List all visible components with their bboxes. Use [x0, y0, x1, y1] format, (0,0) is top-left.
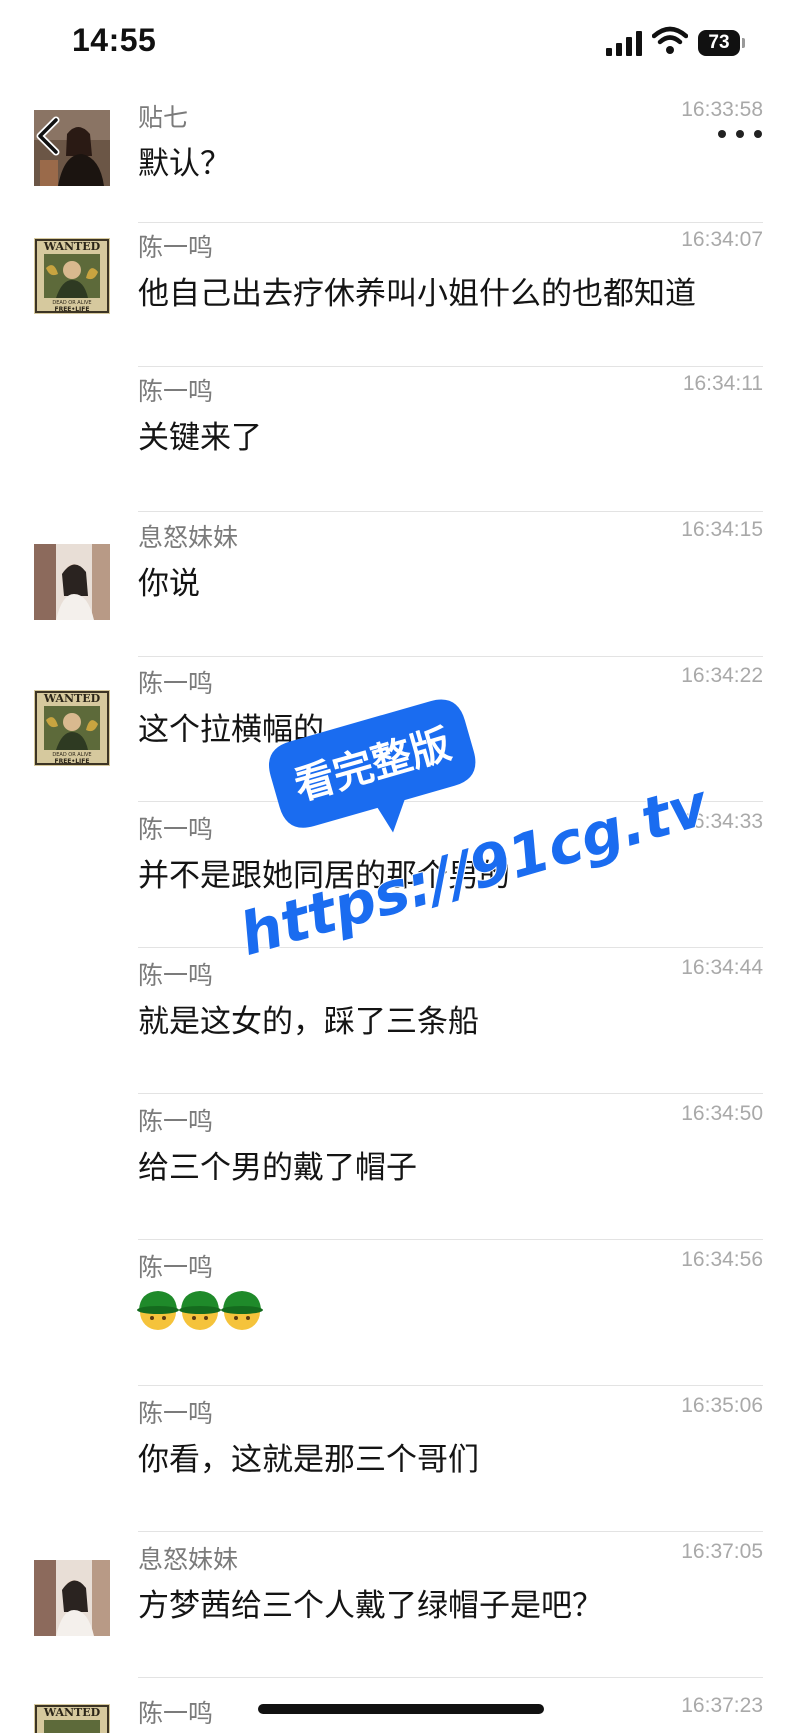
message-item[interactable]: 息怒妹妹 16:37:05 方梦茜给三个人戴了绿帽子是吧？ — [0, 1540, 800, 1678]
sender-name: 陈一鸣 — [138, 1253, 214, 1282]
message-text: 你说 — [138, 566, 200, 602]
battery-tip — [742, 38, 745, 48]
message-item[interactable]: 陈一鸣 16:34:50 给三个男的戴了帽子 — [0, 1102, 800, 1240]
divider — [138, 366, 763, 367]
avatar[interactable]: WANTED DEAD OR ALIVE FREE•LIFE — [34, 238, 110, 314]
divider — [138, 656, 763, 657]
message-text: 他自己出去疗休养叫小姐什么的也都知道 — [138, 276, 696, 312]
divider — [138, 801, 763, 802]
message-item[interactable]: 陈一鸣 16:34:11 关键来了 — [0, 372, 800, 512]
sender-name: 陈一鸣 — [138, 815, 214, 844]
sender-name: 贴七 — [138, 103, 189, 132]
message-text: 并不是跟她同居的那个男的 — [138, 858, 510, 894]
message-text: 方梦茜给三个人戴了绿帽子是吧？ — [138, 1588, 603, 1624]
cellular-signal-icon — [606, 30, 642, 56]
back-button[interactable] — [30, 112, 66, 160]
message-time: 16:34:56 — [681, 1248, 763, 1271]
sender-name: 陈一鸣 — [138, 233, 214, 262]
sender-name: 息怒妹妹 — [138, 1545, 239, 1574]
message-item[interactable]: 陈一鸣 16:34:56 — [0, 1248, 800, 1386]
green-hat-emoji — [137, 1291, 263, 1330]
wanted-title: WANTED — [43, 1706, 101, 1719]
wifi-icon — [651, 26, 689, 56]
emoji-row — [136, 1288, 276, 1332]
status-bar: 14:55 73 — [0, 0, 800, 90]
message-time: 16:34:07 — [681, 228, 763, 251]
message-time: 16:34:44 — [681, 956, 763, 979]
more-button[interactable] — [718, 124, 768, 144]
chevron-left-icon — [36, 116, 60, 156]
sender-name: 陈一鸣 — [138, 669, 214, 698]
message-item[interactable]: 陈一鸣 16:34:44 就是这女的，踩了三条船 — [0, 956, 800, 1094]
message-time: 16:35:06 — [681, 1394, 763, 1417]
divider — [138, 1093, 763, 1094]
sender-name: 陈一鸣 — [138, 377, 214, 406]
status-time: 14:55 — [72, 22, 157, 58]
divider — [138, 1239, 763, 1240]
wanted-title: WANTED — [43, 692, 101, 705]
sender-name: 陈一鸣 — [138, 1699, 214, 1728]
message-time: 16:33:58 — [681, 98, 763, 121]
message-text: 你看，这就是那三个哥们 — [138, 1442, 479, 1478]
divider — [138, 1677, 763, 1678]
divider — [138, 511, 763, 512]
wanted-reward: FREE•LIFE — [54, 758, 89, 765]
message-text: 默认？ — [138, 146, 231, 182]
message-time: 16:34:11 — [682, 372, 763, 395]
divider — [138, 1385, 763, 1386]
wanted-title: WANTED — [43, 240, 101, 253]
sender-name: 陈一鸣 — [138, 961, 214, 990]
avatar[interactable] — [34, 544, 110, 620]
home-indicator[interactable] — [258, 1704, 544, 1714]
message-text: 这个拉横幅的 — [138, 712, 324, 748]
sender-name: 陈一鸣 — [138, 1107, 214, 1136]
message-text: 给三个男的戴了帽子 — [138, 1150, 417, 1186]
more-dots-icon — [718, 130, 726, 138]
message-text: 就是这女的，踩了三条船 — [138, 1004, 479, 1040]
message-item[interactable]: 息怒妹妹 16:34:15 你说 — [0, 518, 800, 657]
sender-name: 息怒妹妹 — [138, 523, 239, 552]
message-time: 16:34:33 — [681, 810, 763, 833]
message-time: 16:34:50 — [681, 1102, 763, 1125]
divider — [138, 1531, 763, 1532]
message-time: 16:37:23 — [681, 1694, 763, 1717]
avatar[interactable]: WANTED DEAD OR ALIVE FREE•LIFE — [34, 690, 110, 766]
avatar[interactable]: WANTED — [34, 1704, 110, 1733]
message-item[interactable]: 陈一鸣 16:35:06 你看，这就是那三个哥们 — [0, 1394, 800, 1532]
avatar[interactable] — [34, 1560, 110, 1636]
message-item[interactable]: WANTED DEAD OR ALIVE FREE•LIFE 陈一鸣 16:34… — [0, 664, 800, 802]
message-item[interactable]: 陈一鸣 16:34:33 并不是跟她同居的那个男的 — [0, 810, 800, 948]
divider — [138, 947, 763, 948]
message-time: 16:34:22 — [681, 664, 763, 687]
divider — [138, 222, 763, 223]
message-text: 关键来了 — [138, 420, 262, 456]
battery-icon: 73 — [698, 30, 740, 56]
message-item[interactable]: WANTED DEAD OR ALIVE FREE•LIFE 陈一鸣 16:34… — [0, 228, 800, 367]
message-item[interactable]: 贴七 16:33:58 默认？ — [0, 98, 800, 224]
message-time: 16:37:05 — [681, 1540, 763, 1563]
message-time: 16:34:15 — [681, 518, 763, 541]
wanted-reward: FREE•LIFE — [54, 306, 89, 313]
sender-name: 陈一鸣 — [138, 1399, 214, 1428]
